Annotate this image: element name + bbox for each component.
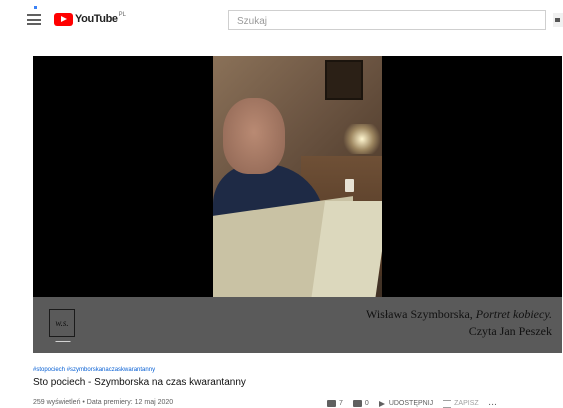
- caption-line-1: Wisława Szymborska, Portret kobiecy.: [366, 307, 552, 322]
- like-icon: [327, 400, 336, 407]
- action-bar: 7 0 UDOSTĘPNIJ ZAPISZ ...: [327, 399, 498, 408]
- search-box[interactable]: [228, 10, 546, 31]
- logo-country: PL: [118, 12, 126, 18]
- share-label: UDOSTĘPNIJ: [388, 400, 434, 407]
- lower-third-banner: w.s. ▬▬▬▬▬ Wisława Szymborska, Portret k…: [33, 297, 562, 353]
- watermark-subtext: ▬▬▬▬▬: [55, 339, 71, 343]
- save-button[interactable]: ZAPISZ: [443, 399, 479, 408]
- video-title: Sto pociech - Szymborska na czas kwarant…: [33, 377, 246, 388]
- video-frame: [213, 56, 382, 297]
- search-button[interactable]: [553, 13, 563, 27]
- save-label: ZAPISZ: [454, 400, 479, 407]
- wall-picture: [325, 60, 363, 100]
- save-icon: [443, 399, 452, 408]
- masthead: YouTube PL: [0, 0, 563, 38]
- search-input[interactable]: [229, 12, 537, 31]
- like-count: 7: [339, 400, 343, 407]
- reader-head: [223, 98, 285, 174]
- caption-line-2: Czyta Jan Peszek: [468, 324, 552, 338]
- dislike-count: 0: [364, 400, 369, 407]
- video-player[interactable]: w.s. ▬▬▬▬▬ Wisława Szymborska, Portret k…: [33, 56, 562, 353]
- hashtags[interactable]: #stopociech #szymborskanaczaskwarantanny: [33, 367, 155, 373]
- youtube-logo-icon: [54, 12, 73, 26]
- caption-title: Portret kobiecy.: [475, 307, 552, 321]
- like-button[interactable]: 7: [327, 400, 343, 407]
- caption-author: Wisława Szymborska,: [365, 307, 476, 321]
- channel-watermark-logo: w.s.: [49, 309, 75, 337]
- focus-dot: [34, 6, 37, 9]
- dislike-icon: [352, 400, 362, 407]
- more-icon[interactable]: ...: [489, 400, 498, 407]
- search-icon: [555, 18, 560, 22]
- mug: [345, 179, 354, 192]
- dislike-button[interactable]: 0: [352, 400, 369, 407]
- video-meta: 259 wyświetleń • Data premiery: 12 maj 2…: [33, 399, 174, 406]
- logo-text: YouTube: [75, 13, 118, 25]
- menu-icon[interactable]: [27, 14, 41, 25]
- share-button[interactable]: UDOSTĘPNIJ: [378, 400, 434, 407]
- share-icon: [378, 400, 385, 407]
- youtube-logo[interactable]: YouTube PL: [54, 12, 126, 26]
- lamp-light: [342, 124, 382, 154]
